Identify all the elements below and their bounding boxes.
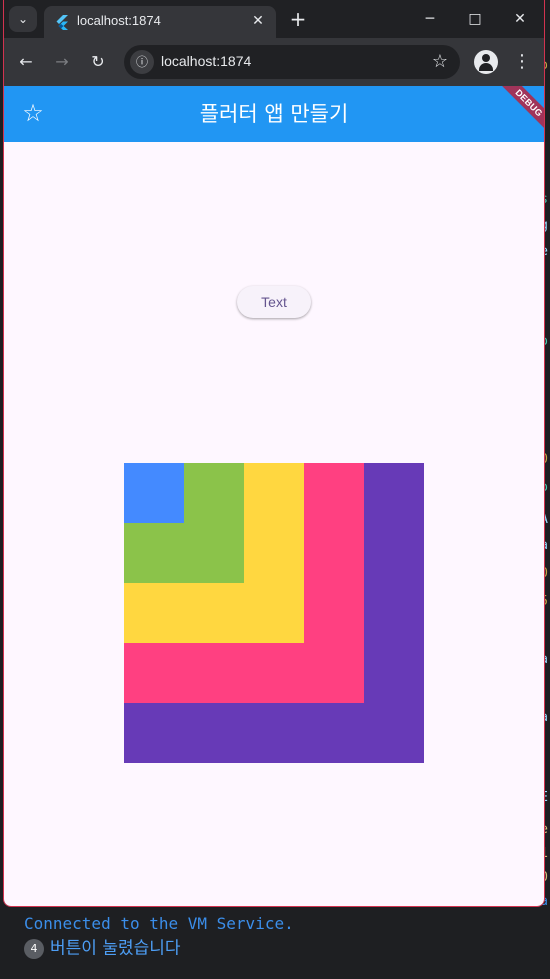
text-button[interactable]: Text xyxy=(237,286,311,318)
console-message: 버튼이 눌렸습니다 xyxy=(50,938,181,959)
url-text[interactable]: localhost:1874 xyxy=(161,53,251,69)
browser-toolbar: ← → ↻ ⓘ localhost:1874 ☆ ⋮ xyxy=(4,38,544,86)
console-line: Connected to the VM Service. xyxy=(24,914,294,933)
plus-icon[interactable]: + xyxy=(286,8,310,32)
minimize-icon[interactable]: ─ xyxy=(408,6,452,32)
tab-title: localhost:1874 xyxy=(77,13,161,28)
more-vertical-icon[interactable]: ⋮ xyxy=(512,48,532,76)
chevron-down-icon[interactable]: ⌄ xyxy=(9,6,37,32)
maximize-icon[interactable]: □ xyxy=(453,6,497,32)
reload-icon[interactable]: ↻ xyxy=(84,48,112,76)
console-line: 4 버튼이 눌렸습니다 xyxy=(24,936,294,960)
close-icon[interactable]: ✕ xyxy=(498,6,542,32)
color-box-5 xyxy=(124,463,184,523)
app-bar: ☆ 플러터 앱 만들기 xyxy=(4,86,544,142)
star-outline-icon[interactable]: ☆ xyxy=(432,51,448,73)
nested-color-boxes xyxy=(124,463,424,763)
repeat-count-badge: 4 xyxy=(24,938,44,959)
flutter-app-viewport: ☆ 플러터 앱 만들기 DEBUG Text xyxy=(4,86,544,906)
app-bar-title: 플러터 앱 만들기 xyxy=(199,102,349,126)
browser-tab[interactable]: localhost:1874 ✕ xyxy=(44,6,276,38)
arrow-left-icon[interactable]: ← xyxy=(12,48,40,76)
tab-bar: ⌄ localhost:1874 ✕ + ─ □ ✕ xyxy=(4,0,544,38)
close-icon[interactable]: ✕ xyxy=(248,11,268,31)
address-bar[interactable]: ⓘ localhost:1874 ☆ xyxy=(124,45,460,79)
arrow-right-icon[interactable]: → xyxy=(48,48,76,76)
profile-icon[interactable] xyxy=(474,50,498,74)
browser-window: ⌄ localhost:1874 ✕ + ─ □ ✕ ← → ↻ ⓘ local… xyxy=(3,0,545,907)
flutter-icon xyxy=(56,15,68,30)
info-icon[interactable]: ⓘ xyxy=(130,50,154,74)
debug-console: Connected to the VM Service. 4 버튼이 눌렸습니다 xyxy=(24,912,294,960)
